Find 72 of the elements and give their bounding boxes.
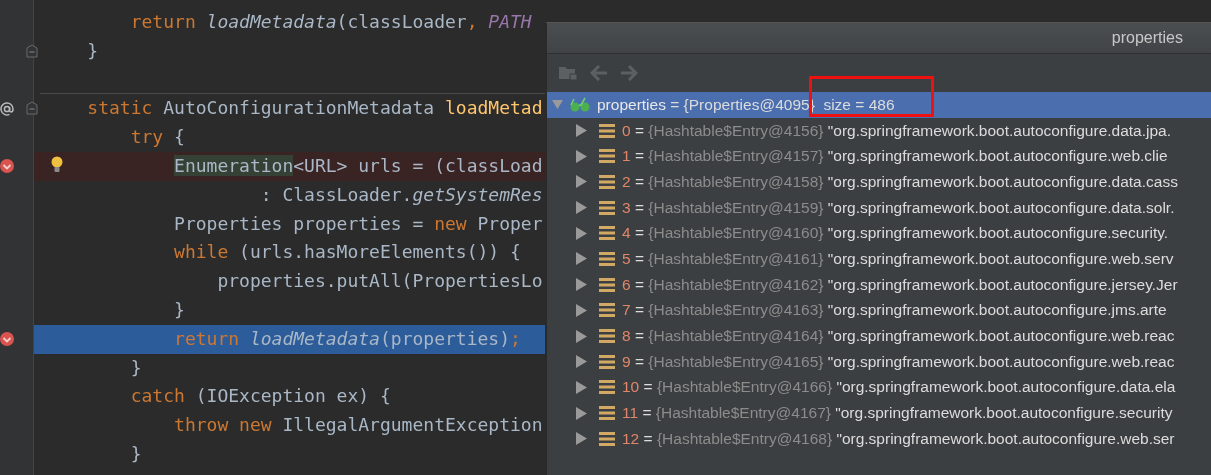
code-line: while (urls.hasMoreElements()) { <box>173 240 522 265</box>
stacked-bars-icon <box>599 122 615 139</box>
tree-row[interactable]: 3 = {Hashtable$Entry@4159} "org.springframework.boot.autoconfigure.data.solr. <box>547 194 1211 221</box>
stacked-bars-icon <box>599 173 615 190</box>
code-line: catch (IOException ex) { <box>129 384 392 409</box>
collapsed-arrow-icon[interactable] <box>576 432 587 446</box>
stacked-bars-icon <box>599 405 615 422</box>
tree-row[interactable]: 9 = {Hashtable$Entry@4165} "org.springframework.boot.autoconfigure.web.reac <box>547 348 1211 375</box>
stacked-bars-icon <box>599 302 615 319</box>
stacked-bars-icon <box>599 250 615 267</box>
collapsed-arrow-icon[interactable] <box>576 252 587 266</box>
fold-icon[interactable] <box>26 43 38 58</box>
stacked-bars-icon <box>599 328 615 345</box>
entry-label: 1 = {Hashtable$Entry@4157} "org.springframework.boot.autoconfigure.web.clie <box>622 147 1168 166</box>
entry-label: 4 = {Hashtable$Entry@4160} "org.springframework.boot.autoconfigure.security. <box>622 224 1169 243</box>
collapsed-arrow-icon[interactable] <box>576 329 587 343</box>
collapsed-arrow-icon[interactable] <box>576 201 587 215</box>
code-line: properties.putAll(PropertiesLo <box>216 269 544 294</box>
lightbulb-icon[interactable] <box>51 156 63 173</box>
code-line: throw new IllegalArgumentException <box>173 413 544 438</box>
entry-label: 9 = {Hashtable$Entry@4165} "org.springframework.boot.autoconfigure.web.reac <box>622 352 1175 371</box>
tree-row[interactable]: 12 = {Hashtable$Entry@4168} "org.springframework.boot.autoconfigure.web.ser <box>547 425 1211 452</box>
code-line: try { <box>129 125 186 150</box>
collapsed-arrow-icon[interactable] <box>576 355 587 369</box>
stacked-bars-icon <box>599 379 615 396</box>
stacked-bars-icon <box>599 199 615 216</box>
collapsed-arrow-icon[interactable] <box>576 226 587 240</box>
stacked-bars-icon <box>599 353 615 370</box>
at-sign-icon[interactable] <box>0 101 14 116</box>
stacked-bars-icon <box>599 430 615 447</box>
code-line: } <box>129 441 143 466</box>
entry-label: 7 = {Hashtable$Entry@4163} "org.springframework.boot.autoconfigure.jms.arte <box>622 301 1167 320</box>
entry-label: 11 = {Hashtable$Entry@4167} "org.springframework.boot.autoconfigure.security <box>622 404 1173 423</box>
tree-row[interactable]: 6 = {Hashtable$Entry@4162} "org.springframework.boot.autoconfigure.jersey.Jer <box>547 271 1211 298</box>
code-line: Properties properties = new Proper <box>173 211 544 236</box>
collapsed-arrow-icon[interactable] <box>576 303 587 317</box>
entry-label: 6 = {Hashtable$Entry@4162} "org.springframework.boot.autoconfigure.jersey.Jer <box>622 275 1178 294</box>
entry-label: 3 = {Hashtable$Entry@4159} "org.springframework.boot.autoconfigure.data.solr. <box>622 198 1175 217</box>
entry-label: 0 = {Hashtable$Entry@4156} "org.springframework.boot.autoconfigure.data.jpa. <box>622 121 1172 140</box>
stacked-bars-icon <box>599 148 615 165</box>
breakpoint-icon[interactable] <box>0 332 14 347</box>
collapsed-arrow-icon[interactable] <box>576 380 587 394</box>
entry-label: 2 = {Hashtable$Entry@4158} "org.springframework.boot.autoconfigure.data.cass <box>622 172 1178 191</box>
tree-row[interactable]: 11 = {Hashtable$Entry@4167} "org.springframework.boot.autoconfigure.security <box>547 400 1211 426</box>
code-line: } <box>173 297 186 322</box>
collapsed-arrow-icon[interactable] <box>576 175 587 189</box>
code-line: static AutoConfigurationMetadata loadMetad <box>86 96 544 121</box>
window-title: properties <box>1111 29 1183 47</box>
tree-row[interactable]: 0 = {Hashtable$Entry@4156} "org.springframework.boot.autoconfigure.data.jpa. <box>547 117 1211 144</box>
stacked-bars-icon <box>599 276 615 293</box>
collapsed-arrow-icon[interactable] <box>576 278 587 292</box>
tree-row[interactable]: 7 = {Hashtable$Entry@4163} "org.springframework.boot.autoconfigure.jms.arte <box>547 297 1211 324</box>
entry-label: 10 = {Hashtable$Entry@4166} "org.springframework.boot.autoconfigure.data.ela <box>622 378 1176 397</box>
tree-row[interactable]: 4 = {Hashtable$Entry@4160} "org.springframework.boot.autoconfigure.security. <box>547 220 1211 247</box>
code-line: return loadMetadata(classLoader, PATH <box>129 10 533 34</box>
collapsed-arrow-icon[interactable] <box>576 406 587 420</box>
tree-row[interactable]: 2 = {Hashtable$Entry@4158} "org.springframework.boot.autoconfigure.data.cass <box>547 169 1211 195</box>
tree-row[interactable]: 8 = {Hashtable$Entry@4164} "org.springframework.boot.autoconfigure.web.reac <box>547 323 1211 349</box>
tree-row[interactable]: 10 = {Hashtable$Entry@4166} "org.springframework.boot.autoconfigure.data.ela <box>547 374 1211 401</box>
collapsed-arrow-icon[interactable] <box>576 149 587 163</box>
code-line: } <box>86 38 100 63</box>
collapsed-arrow-icon[interactable] <box>576 124 587 138</box>
breakpoint-icon[interactable] <box>0 159 14 174</box>
entry-label: 8 = {Hashtable$Entry@4164} "org.springframework.boot.autoconfigure.web.reac <box>622 327 1175 346</box>
entry-label: 12 = {Hashtable$Entry@4168} "org.springframework.boot.autoconfigure.web.ser <box>622 429 1175 448</box>
entry-label: 5 = {Hashtable$Entry@4161} "org.springframework.boot.autoconfigure.web.serv <box>622 249 1174 268</box>
tree-row[interactable]: 1 = {Hashtable$Entry@4157} "org.springframework.boot.autoconfigure.web.clie <box>547 143 1211 170</box>
stacked-bars-icon <box>599 225 615 242</box>
code-line: } <box>129 355 143 380</box>
code-line: : ClassLoader.getSystemRes <box>259 182 544 207</box>
fold-icon[interactable] <box>26 101 38 116</box>
tree-row[interactable]: 5 = {Hashtable$Entry@4161} "org.springframework.boot.autoconfigure.web.serv <box>547 246 1211 272</box>
